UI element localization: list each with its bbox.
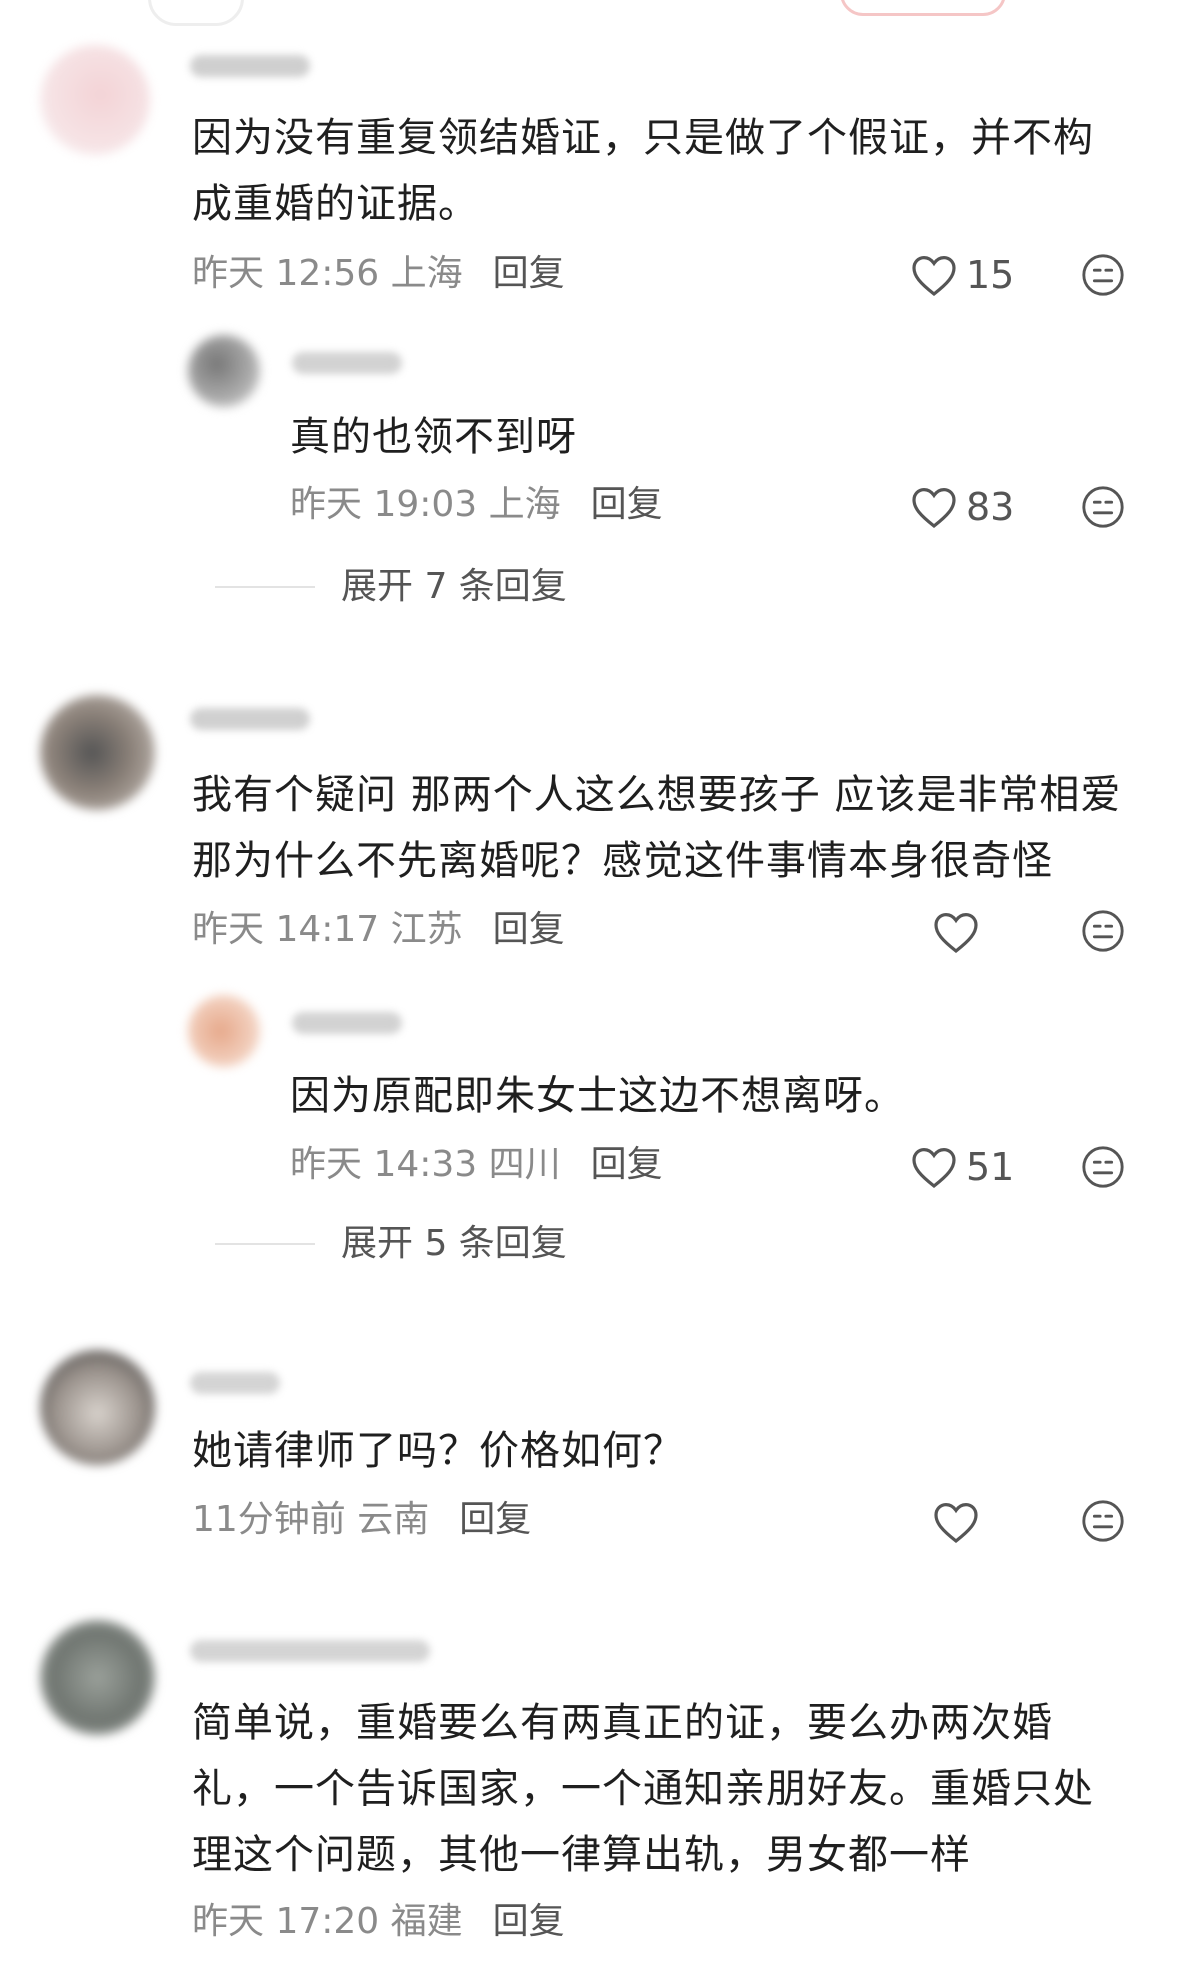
- like-button[interactable]: 51: [910, 1145, 1014, 1189]
- like-button[interactable]: [932, 1500, 988, 1544]
- comment-meta: 11分钟前 云南 回复: [192, 1499, 532, 1540]
- reply-button[interactable]: 回复: [591, 484, 663, 525]
- watermark-overlay: [905, 1898, 1125, 1948]
- username-blurred[interactable]: [292, 1012, 402, 1034]
- comment-text: 我有个疑问 那两个人这么想要孩子 应该是非常相爱 那为什么不先离婚呢？感觉这件事…: [192, 772, 1122, 884]
- username-blurred[interactable]: [292, 352, 402, 374]
- top-partial-circle: [148, 0, 244, 26]
- like-button[interactable]: 15: [910, 253, 1014, 297]
- expand-replies-label: 展开 5 条回复: [341, 1223, 567, 1264]
- avatar[interactable]: [40, 1350, 155, 1465]
- reply-text: 真的也领不到呀: [290, 414, 577, 460]
- avatar[interactable]: [188, 995, 260, 1067]
- reply-button[interactable]: 回复: [591, 1144, 663, 1185]
- like-button[interactable]: [932, 910, 988, 954]
- comment-text: 因为没有重复领结婚证，只是做了个假证，并不构 成重婚的证据。: [192, 115, 1094, 227]
- top-partial-button: [840, 0, 1006, 16]
- expand-replies-label: 展开 7 条回复: [341, 566, 567, 607]
- reply-button[interactable]: 回复: [459, 1499, 531, 1540]
- like-count: 15: [966, 253, 1015, 297]
- reply-meta: 昨天 19:03 上海 回复: [290, 484, 663, 525]
- reply-meta: 昨天 14:33 四川 回复: [290, 1144, 663, 1185]
- meh-face-icon[interactable]: [1080, 908, 1126, 954]
- username-blurred[interactable]: [190, 708, 310, 730]
- reply-text: 因为原配即朱女士这边不想离呀。: [290, 1073, 905, 1119]
- divider-line: [215, 586, 315, 588]
- meh-face-icon[interactable]: [1080, 1144, 1126, 1190]
- username-blurred[interactable]: [190, 55, 310, 77]
- like-button[interactable]: 83: [910, 485, 1014, 529]
- reply-button[interactable]: 回复: [493, 253, 565, 294]
- like-count: 51: [966, 1145, 1015, 1189]
- like-count: 83: [966, 485, 1015, 529]
- avatar[interactable]: [40, 1620, 155, 1735]
- expand-replies-button[interactable]: 展开 7 条回复: [215, 565, 567, 609]
- avatar[interactable]: [188, 335, 260, 407]
- heart-outline-icon: [912, 1147, 956, 1189]
- heart-outline-icon: [912, 487, 956, 529]
- heart-outline-icon: [934, 912, 978, 954]
- comment-meta: 昨天 17:20 福建 回复: [192, 1901, 565, 1942]
- avatar[interactable]: [40, 695, 155, 810]
- username-blurred[interactable]: [190, 1640, 430, 1662]
- comment-meta: 昨天 12:56 上海 回复: [192, 253, 565, 294]
- meh-face-icon[interactable]: [1080, 252, 1126, 298]
- heart-outline-icon: [912, 255, 956, 297]
- comment-text: 她请律师了吗？价格如何？: [192, 1428, 684, 1474]
- avatar[interactable]: [40, 45, 150, 155]
- reply-button[interactable]: 回复: [493, 909, 565, 950]
- meh-face-icon[interactable]: [1080, 484, 1126, 530]
- comment-text: 简单说，重婚要么有两真正的证，要么办两次婚 礼，一个告诉国家，一个通知亲朋好友。…: [192, 1700, 1094, 1878]
- meh-face-icon[interactable]: [1080, 1498, 1126, 1544]
- expand-replies-button[interactable]: 展开 5 条回复: [215, 1222, 567, 1266]
- comment-meta: 昨天 14:17 江苏 回复: [192, 909, 565, 950]
- username-blurred[interactable]: [190, 1372, 280, 1394]
- divider-line: [215, 1243, 315, 1245]
- heart-outline-icon: [934, 1502, 978, 1544]
- reply-button[interactable]: 回复: [493, 1901, 565, 1942]
